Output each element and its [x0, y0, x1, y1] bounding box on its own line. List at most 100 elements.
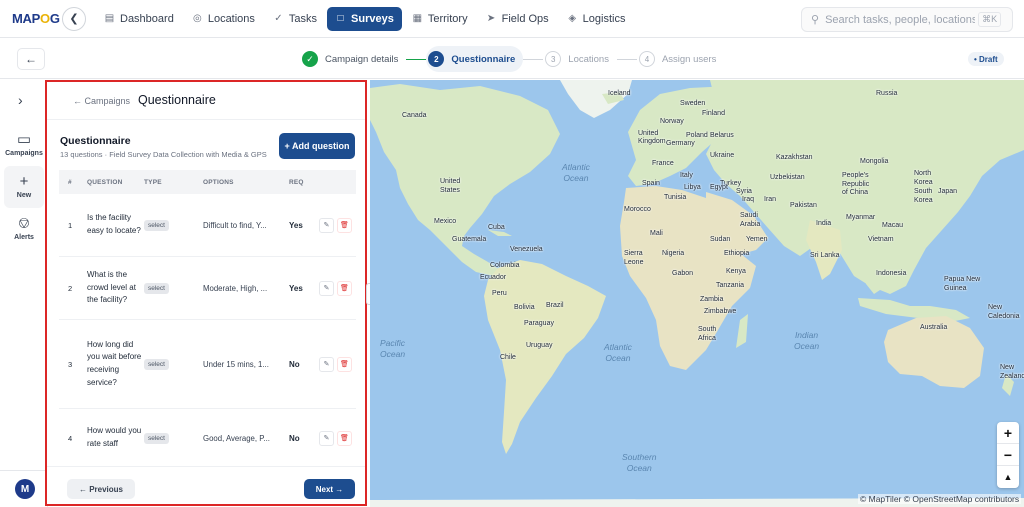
breadcrumb-campaigns[interactable]: ← Campaigns: [73, 96, 130, 106]
map-label: Kazakhstan: [776, 154, 813, 161]
zoom-controls: + − ▲: [997, 422, 1019, 488]
nav-surveys[interactable]: □ Surveys: [327, 6, 402, 31]
nav-dashboard[interactable]: ▤ Dashboard: [96, 7, 182, 31]
map-label: Iceland: [608, 90, 631, 97]
map-label: Pakistan: [790, 202, 817, 209]
compass-icon[interactable]: ▲: [997, 466, 1019, 488]
table-row[interactable]: 3 How long did you wait before receiving…: [59, 320, 356, 409]
options-text: Good, Average, P...: [203, 433, 270, 443]
ocean-label: Atlantic Ocean: [604, 342, 632, 363]
map-label: Chile: [500, 354, 516, 361]
map-label: Cuba: [488, 224, 505, 231]
edit-icon[interactable]: ✎: [319, 217, 334, 233]
map-label: Mali: [650, 230, 663, 237]
map-label: Vietnam: [868, 236, 894, 243]
rail-item-alerts[interactable]: ⎊ Alerts: [4, 208, 44, 250]
status-badge: • Draft: [968, 52, 1004, 66]
zoom-out-button[interactable]: −: [997, 444, 1019, 466]
clipboard-icon: ▭: [16, 131, 32, 148]
map-label: Indonesia: [876, 270, 907, 277]
table-row[interactable]: 2 What is the crowd level at the facilit…: [59, 257, 356, 320]
rail-item-new[interactable]: + New: [4, 166, 44, 208]
map-label: Uruguay: [526, 342, 553, 349]
map-label: Ecuador: [480, 274, 507, 281]
map-label: Uzbekistan: [770, 174, 805, 181]
map-label: Yemen: [746, 236, 768, 243]
rail-item-campaigns[interactable]: ▭ Campaigns: [4, 124, 44, 166]
panel-footer: ← Previous Next →: [47, 466, 365, 504]
arrow-left-icon: ←: [25, 52, 37, 66]
options-text: Difficult to find, Y...: [203, 220, 267, 230]
step-questionnaire[interactable]: 2 Questionnaire: [426, 46, 524, 72]
bell-icon: ⎊: [17, 215, 30, 232]
nav-tasks[interactable]: ✓ Tasks: [265, 7, 325, 31]
step-connector: [523, 58, 544, 60]
map-label: Tanzania: [716, 282, 745, 289]
step-locations[interactable]: 3 Locations: [543, 46, 617, 72]
world-map[interactable]: Iceland Russia Canada Sweden Norway Finl…: [370, 80, 1024, 507]
campaign-stepper-bar: ← ✓ Campaign details 2 Questionnaire 3 Loca…: [0, 39, 1024, 79]
trash-icon[interactable]: 🗑: [337, 280, 352, 296]
nav-field-ops[interactable]: ➤ Field Ops: [478, 7, 557, 31]
map-icon: ▦: [412, 13, 423, 24]
avatar[interactable]: M: [15, 479, 35, 499]
column-header: OPTIONS: [203, 178, 234, 186]
type-badge: select: [144, 219, 169, 231]
map-label: Venezuela: [510, 246, 543, 253]
map-label: People's Republic of China: [842, 172, 870, 196]
questions-table: # QUESTION TYPE OPTIONS REQ 1 Is the fac…: [59, 170, 356, 467]
required-value: No: [289, 359, 300, 369]
clipboard-icon: □: [337, 13, 344, 24]
section-subtitle: 13 questions · Field Survey Data Collect…: [60, 150, 267, 159]
nav-locations[interactable]: ◎ Locations: [184, 7, 263, 31]
expand-chevron-icon[interactable]: ›: [18, 92, 23, 108]
map-label: United States: [440, 178, 461, 194]
table-row[interactable]: 1 Is the facility easy to locate? select…: [59, 194, 356, 257]
app-logo[interactable]: MAPOG: [12, 11, 60, 26]
map-label: Ethiopia: [724, 250, 750, 257]
next-button[interactable]: Next →: [304, 479, 355, 499]
global-search[interactable]: ⚲ ⌘K: [801, 7, 1013, 32]
trash-icon[interactable]: 🗑: [337, 356, 352, 372]
chevron-left-icon[interactable]: ❮: [62, 6, 86, 31]
map-label: Japan: [938, 188, 958, 195]
ocean-label: Southern Ocean: [622, 452, 657, 473]
step-assign-users[interactable]: 4 Assign users: [637, 46, 724, 72]
question-text: Is the facility easy to locate?: [87, 213, 141, 235]
map-label: Belarus: [710, 132, 734, 139]
nav-territory[interactable]: ▦ Territory: [404, 7, 476, 31]
map-label: Libya: [684, 184, 701, 191]
options-text: Under 15 mins, 1...: [203, 359, 269, 369]
map-label: Italy: [680, 172, 693, 179]
map-label: United Kingdom: [638, 130, 666, 145]
map-label: Mongolia: [860, 158, 889, 165]
edit-icon[interactable]: ✎: [319, 430, 334, 446]
edit-icon[interactable]: ✎: [319, 280, 334, 296]
table-row[interactable]: 4 How would you rate staff select Good, …: [59, 409, 356, 467]
map-label: Sweden: [680, 100, 706, 107]
add-question-button[interactable]: + Add question: [279, 133, 355, 159]
type-badge: select: [144, 432, 169, 444]
type-badge: select: [144, 358, 169, 370]
step-campaign-details[interactable]: ✓ Campaign details: [300, 46, 406, 72]
row-number: 3: [68, 359, 73, 369]
map-label: South Africa: [698, 326, 717, 342]
map-label: Kenya: [726, 268, 746, 275]
step-connector: [406, 58, 427, 60]
map-label: India: [816, 220, 832, 227]
zoom-in-button[interactable]: +: [997, 422, 1019, 444]
edit-icon[interactable]: ✎: [319, 356, 334, 372]
nav-logistics[interactable]: ◈ Logistics: [559, 7, 634, 31]
map-label: Canada: [402, 112, 427, 119]
map-label: Syria: [736, 188, 752, 195]
trash-icon[interactable]: 🗑: [337, 430, 352, 446]
column-header: TYPE: [144, 178, 162, 186]
trash-icon[interactable]: 🗑: [337, 217, 352, 233]
previous-button[interactable]: ← Previous: [67, 479, 135, 499]
map-label: France: [652, 160, 674, 167]
back-button[interactable]: ←: [17, 48, 45, 70]
search-input[interactable]: [825, 13, 976, 26]
map-attribution[interactable]: © MapTiler © OpenStreetMap contributors: [858, 494, 1022, 504]
plus-icon: +: [19, 173, 29, 190]
required-value: Yes: [289, 283, 303, 293]
